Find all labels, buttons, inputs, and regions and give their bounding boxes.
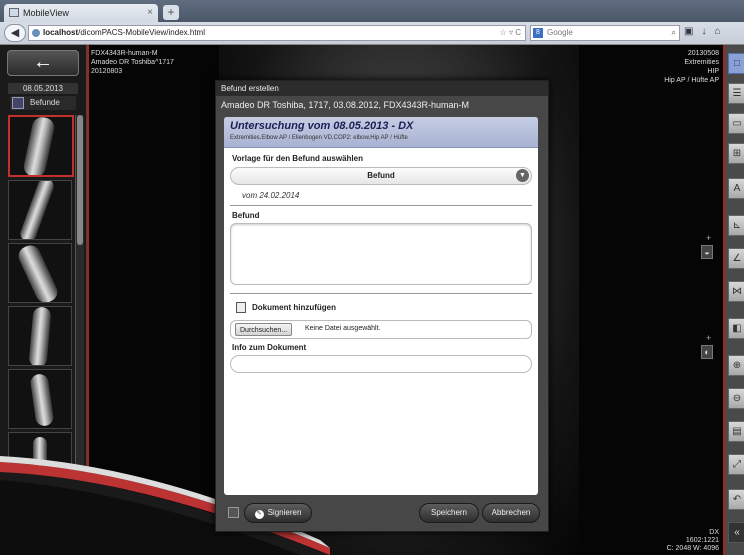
measure-tool-icon[interactable]: ⊾ bbox=[728, 215, 744, 236]
overlay-line: DX bbox=[709, 529, 719, 536]
browser-tab-bar: MobileView × + bbox=[0, 0, 744, 22]
overlay-line: 20130508 bbox=[687, 50, 719, 57]
scroll-handle[interactable] bbox=[77, 115, 83, 245]
document-icon bbox=[236, 302, 246, 313]
card-header: Untersuchung vom 08.05.2013 - DX Extremi… bbox=[224, 117, 538, 148]
dialog-patient-info: Amadeo DR Toshiba, 1717, 03.08.2012, FDX… bbox=[221, 100, 469, 110]
screen-icon[interactable]: ▤ bbox=[728, 421, 744, 442]
tool-toolbar: □ ☰ ▭ ⊞ A ⊾ ∠ ⋈ ◧ ⊕ ⊖ ▤ ⤢ ↶ « bbox=[723, 45, 744, 555]
no-file-text: Keine Datei ausgewählt. bbox=[305, 325, 381, 332]
url-host: localhost bbox=[43, 28, 79, 37]
overlay-line: Amadeo DR Toshiba^1717 bbox=[91, 59, 174, 66]
tab-title: MobileView bbox=[23, 8, 69, 18]
search-icon[interactable]: ⌕ bbox=[672, 26, 676, 40]
thumbnail-ankle[interactable] bbox=[8, 306, 72, 366]
layout-split-icon[interactable]: ▭ bbox=[728, 113, 744, 134]
report-dialog: Befund erstellen Amadeo DR Toshiba, 1717… bbox=[215, 80, 549, 532]
text-tool-icon[interactable]: A bbox=[728, 178, 744, 199]
new-tab-button[interactable]: + bbox=[163, 5, 179, 20]
navigation-bar: ◀ localhost/dicomPACS-MobileView/index.h… bbox=[0, 22, 744, 45]
layout-grid-icon[interactable]: ⊞ bbox=[728, 143, 744, 164]
contrast-slider-icon[interactable]: ◐ bbox=[701, 345, 713, 359]
browse-button[interactable]: Durchsuchen... bbox=[235, 323, 293, 336]
collapse-toolbar-icon[interactable]: « bbox=[728, 522, 744, 543]
back-nav-button[interactable]: ◀ bbox=[4, 24, 26, 42]
befund-label: Befund bbox=[232, 211, 260, 220]
template-date: vom 24.02.2014 bbox=[242, 191, 300, 200]
search-input[interactable]: 8 Google ⌕ bbox=[530, 25, 680, 41]
pen-icon: ✎ bbox=[254, 510, 264, 519]
document-info-input[interactable] bbox=[230, 355, 532, 373]
exam-title: Untersuchung vom 08.05.2013 - DX bbox=[230, 120, 414, 132]
address-bar[interactable]: localhost/dicomPACS-MobileView/index.htm… bbox=[28, 25, 526, 41]
overlay-line: C: 2048 W: 4096 bbox=[666, 545, 719, 552]
befunde-label: Befunde bbox=[30, 98, 60, 107]
search-placeholder: Google bbox=[547, 28, 573, 37]
divider bbox=[230, 205, 532, 206]
close-tab-icon[interactable]: × bbox=[147, 7, 153, 18]
thumbnail-foot[interactable] bbox=[8, 369, 72, 429]
overlay-line: Hip AP / Hüfte AP bbox=[664, 77, 719, 84]
search-engine-icon: 8 bbox=[533, 28, 543, 38]
zoom-plus-icon[interactable]: + bbox=[706, 233, 711, 243]
toolbar-icons[interactable]: ▣↓⌂ bbox=[684, 26, 729, 37]
overlay-line: Extremities bbox=[684, 59, 719, 66]
zoom-out-icon[interactable]: ⊖ bbox=[728, 388, 744, 409]
overlay-top-right: 20130508 Extremities HIP Hip AP / Hüfte … bbox=[664, 49, 719, 85]
zoom-in-icon[interactable]: ⊕ bbox=[728, 355, 744, 376]
contrast-plus-icon[interactable]: + bbox=[706, 333, 711, 343]
overlay-line: 1602:1221 bbox=[685, 537, 719, 544]
thumbnail-hip[interactable] bbox=[8, 115, 74, 177]
dialog-title: Befund erstellen bbox=[216, 81, 548, 96]
angle-tool-icon[interactable]: ∠ bbox=[728, 248, 744, 269]
befund-textarea[interactable] bbox=[230, 223, 532, 285]
browser-tab[interactable]: MobileView × bbox=[4, 4, 158, 22]
report-card: Untersuchung vom 08.05.2013 - DX Extremi… bbox=[224, 117, 538, 495]
thumbnail-femur[interactable] bbox=[8, 180, 72, 240]
chevron-down-icon: ▼ bbox=[516, 169, 529, 182]
layout-single-icon[interactable]: □ bbox=[728, 53, 744, 74]
add-document-label: Dokument hinzufügen bbox=[252, 303, 336, 312]
document-info-label: Info zum Dokument bbox=[232, 343, 307, 352]
overlay-bottom-right: DX 1602:1221 C: 2048 W: 4096 bbox=[667, 529, 719, 553]
report-icon bbox=[12, 97, 24, 109]
divider bbox=[230, 293, 532, 294]
overlay-line: HIP bbox=[707, 68, 719, 75]
invert-tool-icon[interactable]: ◧ bbox=[728, 318, 744, 339]
sign-label: Signieren bbox=[267, 508, 302, 517]
save-button[interactable]: Speichern bbox=[419, 503, 479, 523]
overlay-top-left: FDX4343R-human-M Amadeo DR Toshiba^1717 … bbox=[91, 49, 174, 76]
overlay-line: 20120803 bbox=[91, 68, 123, 75]
flip-tool-icon[interactable]: ⋈ bbox=[728, 281, 744, 302]
globe-icon bbox=[32, 29, 40, 37]
thumbnail-knee[interactable] bbox=[8, 243, 72, 303]
sign-checkbox[interactable] bbox=[228, 507, 239, 518]
cancel-button[interactable]: Abbrechen bbox=[482, 503, 540, 523]
undo-icon[interactable]: ↶ bbox=[728, 489, 744, 510]
bookmark-reload-icons[interactable]: ☆ ▿ C bbox=[500, 26, 521, 40]
template-label: Vorlage für den Befund auswählen bbox=[232, 154, 363, 163]
template-select[interactable]: Befund ▼ bbox=[230, 167, 532, 185]
url-path: /dicomPACS-MobileView/index.html bbox=[78, 28, 205, 37]
befunde-button[interactable]: Befunde bbox=[10, 96, 76, 110]
sign-button[interactable]: ✎ Signieren bbox=[244, 503, 312, 523]
page-favicon-icon bbox=[9, 8, 19, 17]
overlay-line: FDX4343R-human-M bbox=[91, 50, 158, 57]
dialog-footer: ✎ Signieren Speichern Abbrechen bbox=[216, 499, 548, 529]
zoom-slider-icon[interactable]: ◒ bbox=[701, 245, 713, 259]
study-date[interactable]: 08.05.2013 bbox=[8, 83, 78, 94]
exam-subtitle: Extremities,Elbow AP / Ellenbogen VD,COP… bbox=[230, 135, 408, 141]
thumbnail-list bbox=[8, 115, 74, 495]
fullscreen-icon[interactable]: ⤢ bbox=[728, 454, 744, 475]
template-value: Befund bbox=[367, 171, 395, 180]
file-input[interactable]: Durchsuchen... Keine Datei ausgewählt. bbox=[230, 320, 532, 339]
layout-rows-icon[interactable]: ☰ bbox=[728, 83, 744, 104]
back-button[interactable]: ← bbox=[7, 50, 79, 76]
